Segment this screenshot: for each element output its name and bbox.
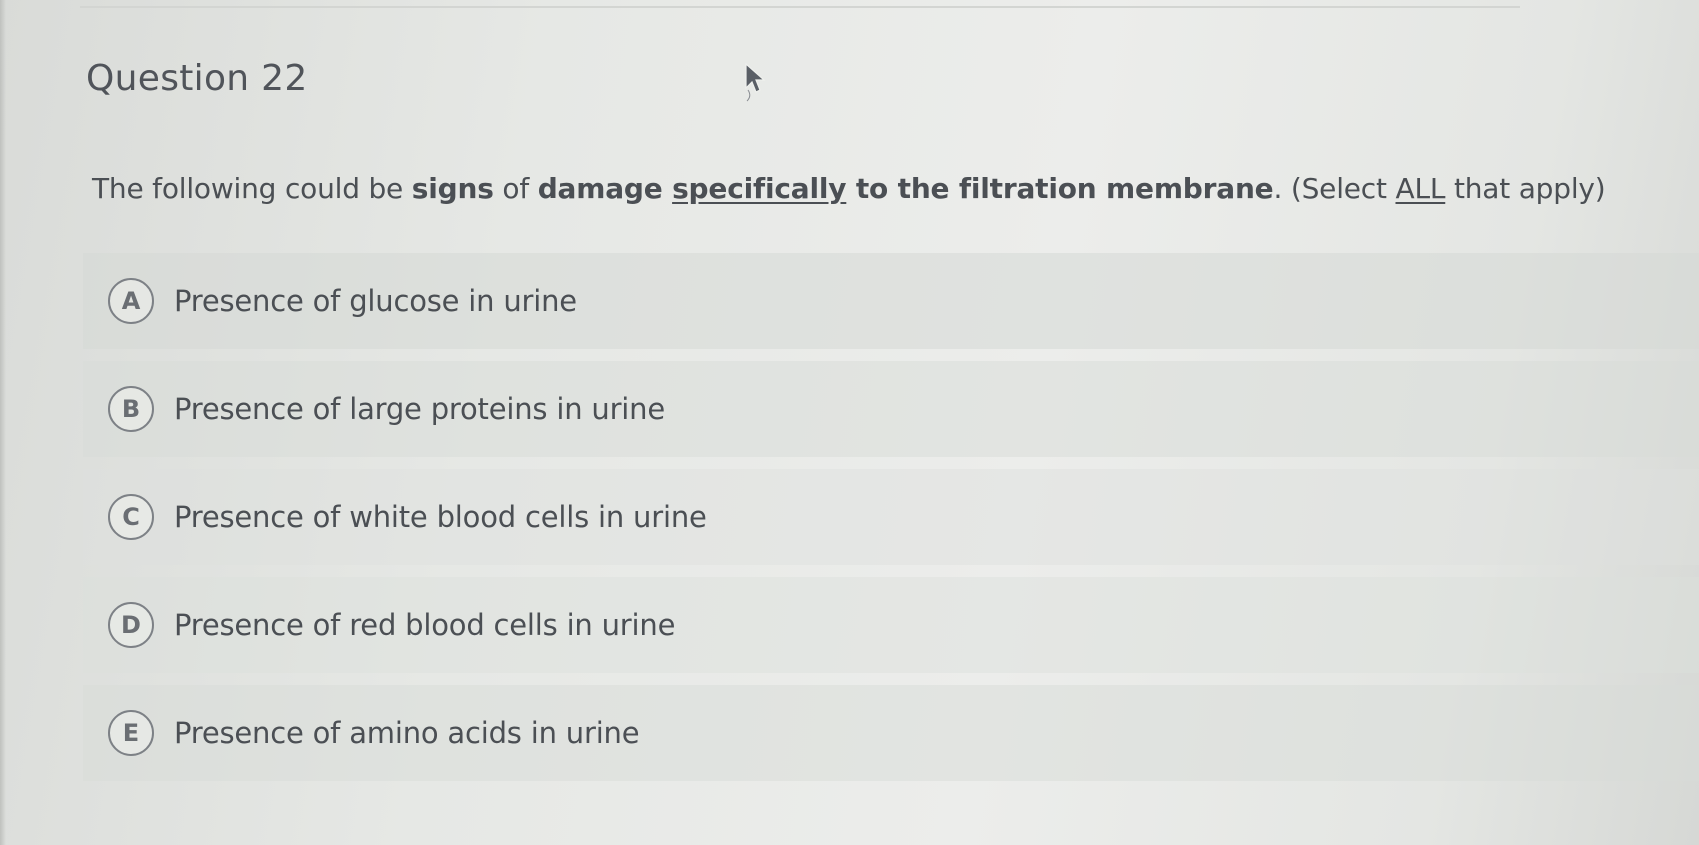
- option-a-letter-badge[interactable]: A: [108, 278, 154, 324]
- prompt-text: that apply): [1445, 172, 1606, 205]
- option-a[interactable]: A Presence of glucose in urine: [83, 253, 1699, 349]
- prompt-emphasis-filtration: to the filtration membrane: [846, 172, 1274, 205]
- answer-options: A Presence of glucose in urine B Presenc…: [83, 253, 1699, 793]
- prompt-text: The following could be: [92, 172, 412, 205]
- prompt-text: . (Select: [1273, 172, 1396, 205]
- option-d-letter-badge[interactable]: D: [108, 602, 154, 648]
- option-c[interactable]: C Presence of white blood cells in urine: [83, 469, 1699, 565]
- top-divider: [80, 6, 1520, 8]
- option-b[interactable]: B Presence of large proteins in urine: [83, 361, 1699, 457]
- screen-edge-shadow: [0, 0, 6, 845]
- prompt-emphasis-specifically: specifically: [672, 172, 846, 205]
- prompt-emphasis-damage: damage: [537, 172, 673, 205]
- prompt-text: of: [493, 172, 538, 205]
- option-e-letter-badge[interactable]: E: [108, 710, 154, 756]
- option-d[interactable]: D Presence of red blood cells in urine: [83, 577, 1699, 673]
- option-e-label: Presence of amino acids in urine: [174, 716, 640, 750]
- question-prompt: The following could be signs of damage s…: [92, 172, 1606, 205]
- option-c-label: Presence of white blood cells in urine: [174, 500, 707, 534]
- option-a-label: Presence of glucose in urine: [174, 284, 577, 318]
- option-d-label: Presence of red blood cells in urine: [174, 608, 676, 642]
- question-title: Question 22: [86, 58, 308, 99]
- option-b-label: Presence of large proteins in urine: [174, 392, 665, 426]
- option-e[interactable]: E Presence of amino acids in urine: [83, 685, 1699, 781]
- option-c-letter-badge[interactable]: C: [108, 494, 154, 540]
- option-b-letter-badge[interactable]: B: [108, 386, 154, 432]
- prompt-underline-specifically: specifically: [672, 172, 847, 205]
- mouse-pointer-icon: [745, 62, 766, 102]
- prompt-emphasis-signs: signs: [411, 172, 494, 205]
- prompt-underline-all: ALL: [1395, 172, 1446, 205]
